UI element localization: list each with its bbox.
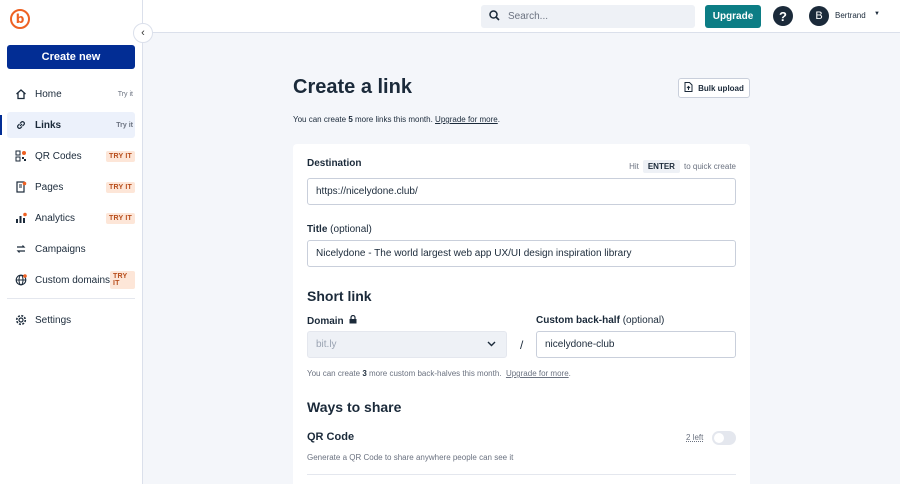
sidebar: b Create new Home Try it Links Try it QR… [0,0,143,484]
destination-field[interactable] [307,178,736,205]
file-upload-icon [684,82,693,94]
collapse-sidebar-button[interactable]: ‹ [133,23,153,43]
caret-down-icon[interactable]: ▼ [874,11,880,17]
search-box[interactable] [481,5,695,28]
sidebar-nav: Home Try it Links Try it QR Codes TRY IT… [0,81,135,338]
page-title: Create a link [293,76,412,98]
sidebar-divider [7,298,135,299]
campaigns-icon [15,243,27,255]
upgrade-link-2[interactable]: Upgrade for more [506,369,569,378]
upgrade-link[interactable]: Upgrade for more [435,115,498,124]
domain-select[interactable]: bit.ly [307,331,507,358]
short-link-heading: Short link [307,288,372,304]
qr-code-icon [15,150,27,162]
create-new-button[interactable]: Create new [7,45,135,69]
qr-remaining-count: 2 left [686,433,704,442]
user-name[interactable]: Bertrand [835,11,866,20]
title-input[interactable] [316,248,735,259]
sidebar-item-campaigns[interactable]: Campaigns [7,236,135,262]
bulk-upload-button[interactable]: Bulk upload [678,78,750,98]
section-divider [307,474,736,475]
search-icon [489,8,500,26]
sidebar-item-qr-codes[interactable]: QR Codes TRY IT [7,143,135,169]
home-icon [15,88,27,100]
sidebar-item-analytics[interactable]: Analytics TRY IT [7,205,135,231]
qr-code-toggle[interactable] [712,431,736,445]
destination-label: Destination [307,158,362,169]
help-icon[interactable]: ? [773,6,793,26]
analytics-icon [15,212,27,224]
chevron-left-icon: ‹ [141,27,145,39]
pages-icon [15,181,27,193]
title-field[interactable] [307,240,736,267]
sidebar-item-custom-domains[interactable]: Custom domains TRY IT [7,267,135,293]
globe-icon [15,274,27,286]
ways-to-share-heading: Ways to share [307,399,402,415]
sidebar-item-pages[interactable]: Pages TRY IT [7,174,135,200]
title-label: Title (optional) [307,224,372,235]
destination-input[interactable] [316,186,735,197]
qr-code-option-title: QR Code [307,431,355,443]
enter-key-hint: ENTER [642,160,680,173]
top-header: Upgrade ? B Bertrand ▼ [143,0,900,33]
search-input[interactable] [508,11,678,22]
lock-icon [349,314,357,327]
upgrade-button[interactable]: Upgrade [705,5,761,28]
back-half-limit-notice: You can create 3 more custom back-halves… [307,369,571,378]
bitly-logo[interactable]: b [10,9,30,29]
link-limit-notice: You can create 5 more links this month. … [293,115,500,124]
quick-create-hint: Hit ENTER to quick create [629,160,736,173]
back-half-input[interactable] [545,339,735,350]
chevron-down-icon [487,339,496,350]
sidebar-item-home[interactable]: Home Try it [7,81,135,107]
link-icon [15,119,27,131]
create-link-form: Destination Hit ENTER to quick create Ti… [293,144,750,484]
back-half-field[interactable] [536,331,736,358]
avatar[interactable]: B [809,6,829,26]
qr-code-description: Generate a QR Code to share anywhere peo… [307,453,514,462]
gear-icon [15,314,27,326]
sidebar-item-links[interactable]: Links Try it [0,112,135,138]
sidebar-item-settings[interactable]: Settings [7,307,135,333]
path-separator: / [520,338,524,352]
back-half-label: Custom back-half (optional) [536,315,665,326]
domain-label: Domain [307,314,357,327]
